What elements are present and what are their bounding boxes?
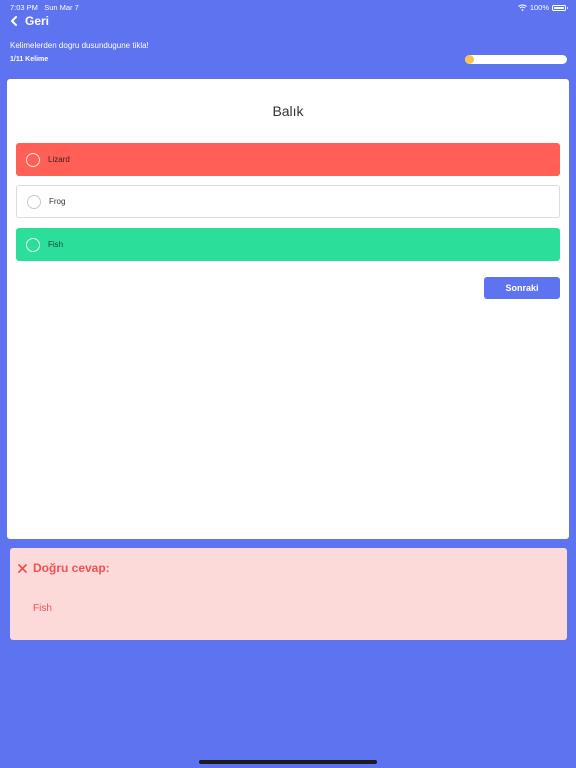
battery-icon — [552, 4, 568, 11]
status-bar: 7:03 PM Sun Mar 7 100% — [0, 0, 576, 14]
radio-circle-icon — [27, 194, 41, 209]
radio-circle-icon — [26, 237, 40, 252]
option-label: Frog — [49, 197, 66, 206]
progress-bar — [465, 55, 567, 64]
home-indicator — [199, 760, 377, 764]
status-date: Sun Mar 7 — [44, 3, 79, 12]
wifi-icon — [517, 4, 527, 11]
option-label: Fish — [48, 240, 64, 249]
quiz-card: Balık Lizard Frog Fish Sonraki — [7, 79, 569, 539]
progress-fill — [465, 55, 475, 64]
option-lizard[interactable]: Lizard — [16, 143, 560, 176]
feedback-title: Doğru cevap: — [33, 561, 110, 575]
feedback-header: Doğru cevap: — [18, 561, 110, 575]
chevron-left-icon — [11, 16, 17, 26]
status-indicators: 100% — [517, 3, 568, 12]
option-label: Lizard — [48, 155, 70, 164]
feedback-panel: Doğru cevap: Fish — [10, 548, 567, 640]
option-fish[interactable]: Fish — [16, 228, 560, 261]
next-button[interactable]: Sonraki — [484, 277, 560, 299]
back-button[interactable]: Geri — [10, 13, 49, 29]
question-word: Balık — [272, 103, 304, 119]
status-clock: 7:03 PM — [10, 3, 38, 12]
correct-answer: Fish — [33, 603, 52, 614]
word-counter: 1/11 Kelime — [10, 56, 49, 63]
option-frog[interactable]: Frog — [16, 185, 560, 218]
status-time: 7:03 PM Sun Mar 7 — [10, 3, 79, 12]
radio-circle-icon — [26, 152, 40, 167]
back-label: Geri — [25, 14, 50, 28]
battery-percentage: 100% — [529, 3, 549, 12]
instruction-text: Kelimelerden dogru dusundugune tikla! — [10, 41, 149, 50]
close-icon — [18, 563, 27, 573]
